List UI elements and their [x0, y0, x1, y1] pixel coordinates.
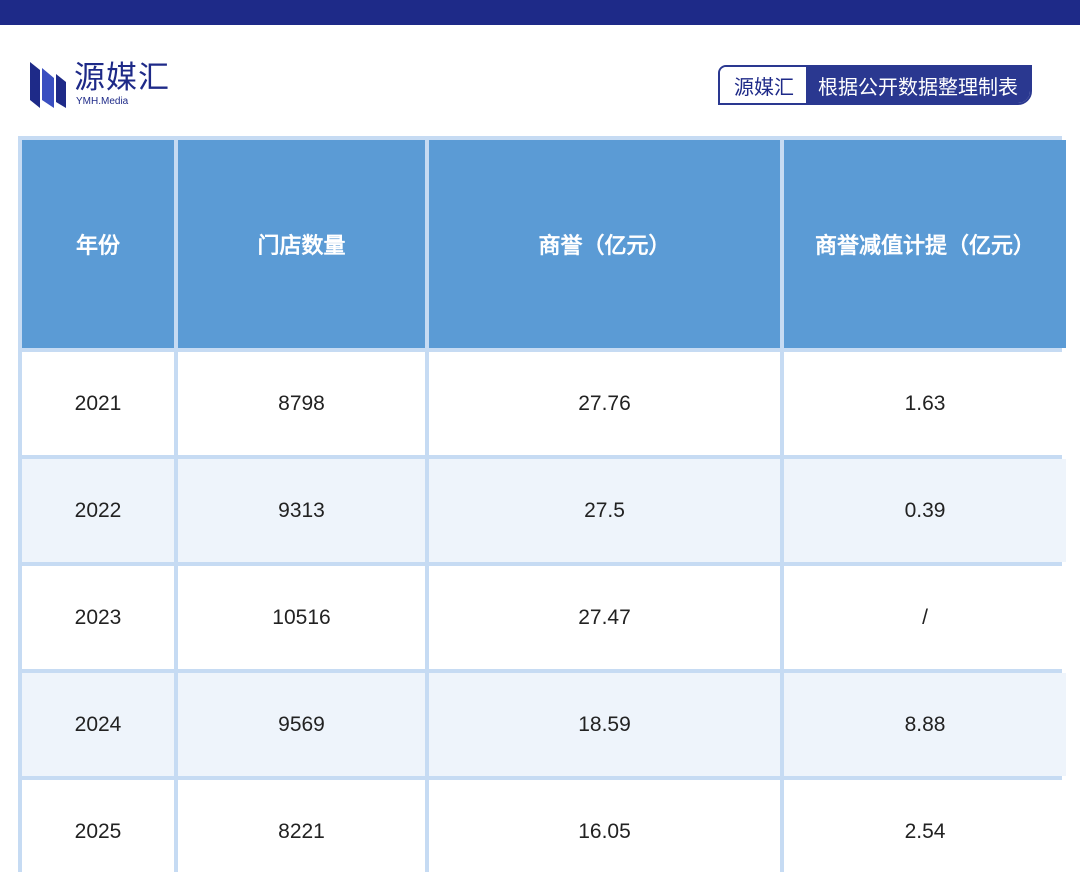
- badge-note: 根据公开数据整理制表: [806, 67, 1030, 103]
- cell-goodwill: 27.5: [429, 459, 780, 562]
- cell-goodwill: 27.47: [429, 566, 780, 669]
- table-row: 2022 9313 27.5 0.39: [22, 459, 1066, 562]
- cell-stores: 8798: [178, 352, 425, 455]
- cell-impairment: /: [784, 566, 1066, 669]
- badge-brand: 源媒汇: [720, 67, 806, 103]
- cell-stores: 10516: [178, 566, 425, 669]
- cell-year: 2022: [22, 459, 174, 562]
- cell-impairment: 8.88: [784, 673, 1066, 776]
- logo-mark-icon: [30, 62, 66, 108]
- table-header-row: 年份 门店数量 商誉（亿元） 商誉减值计提（亿元）: [22, 140, 1066, 348]
- cell-impairment: 2.54: [784, 780, 1066, 883]
- column-header-stores: 门店数量: [178, 140, 425, 348]
- table-row: 2021 8798 27.76 1.63: [22, 352, 1066, 455]
- data-table-container: 年份 门店数量 商誉（亿元） 商誉减值计提（亿元） 2021 8798 27.7…: [18, 136, 1066, 883]
- cell-stores: 9569: [178, 673, 425, 776]
- top-bar: [0, 0, 1080, 25]
- cell-year: 2023: [22, 566, 174, 669]
- cell-goodwill: 18.59: [429, 673, 780, 776]
- cell-year: 2024: [22, 673, 174, 776]
- logo-subtitle: YMH.Media: [76, 96, 129, 107]
- brand-logo: 源媒汇 YMH.Media: [28, 60, 170, 112]
- column-header-impairment: 商誉减值计提（亿元）: [784, 140, 1066, 348]
- cell-impairment: 0.39: [784, 459, 1066, 562]
- cell-stores: 9313: [178, 459, 425, 562]
- cell-year: 2025: [22, 780, 174, 883]
- cell-stores: 8221: [178, 780, 425, 883]
- cell-year: 2021: [22, 352, 174, 455]
- table-row: 2025 8221 16.05 2.54: [22, 780, 1066, 883]
- data-table: 年份 门店数量 商誉（亿元） 商誉减值计提（亿元） 2021 8798 27.7…: [18, 136, 1070, 887]
- cell-goodwill: 27.76: [429, 352, 780, 455]
- cell-impairment: 1.63: [784, 352, 1066, 455]
- source-badge: 源媒汇 根据公开数据整理制表: [718, 65, 1032, 105]
- table-row: 2023 10516 27.47 /: [22, 566, 1066, 669]
- cell-goodwill: 16.05: [429, 780, 780, 883]
- column-header-year: 年份: [22, 140, 174, 348]
- table-row: 2024 9569 18.59 8.88: [22, 673, 1066, 776]
- logo-name: 源媒汇: [74, 60, 170, 96]
- column-header-goodwill: 商誉（亿元）: [429, 140, 780, 348]
